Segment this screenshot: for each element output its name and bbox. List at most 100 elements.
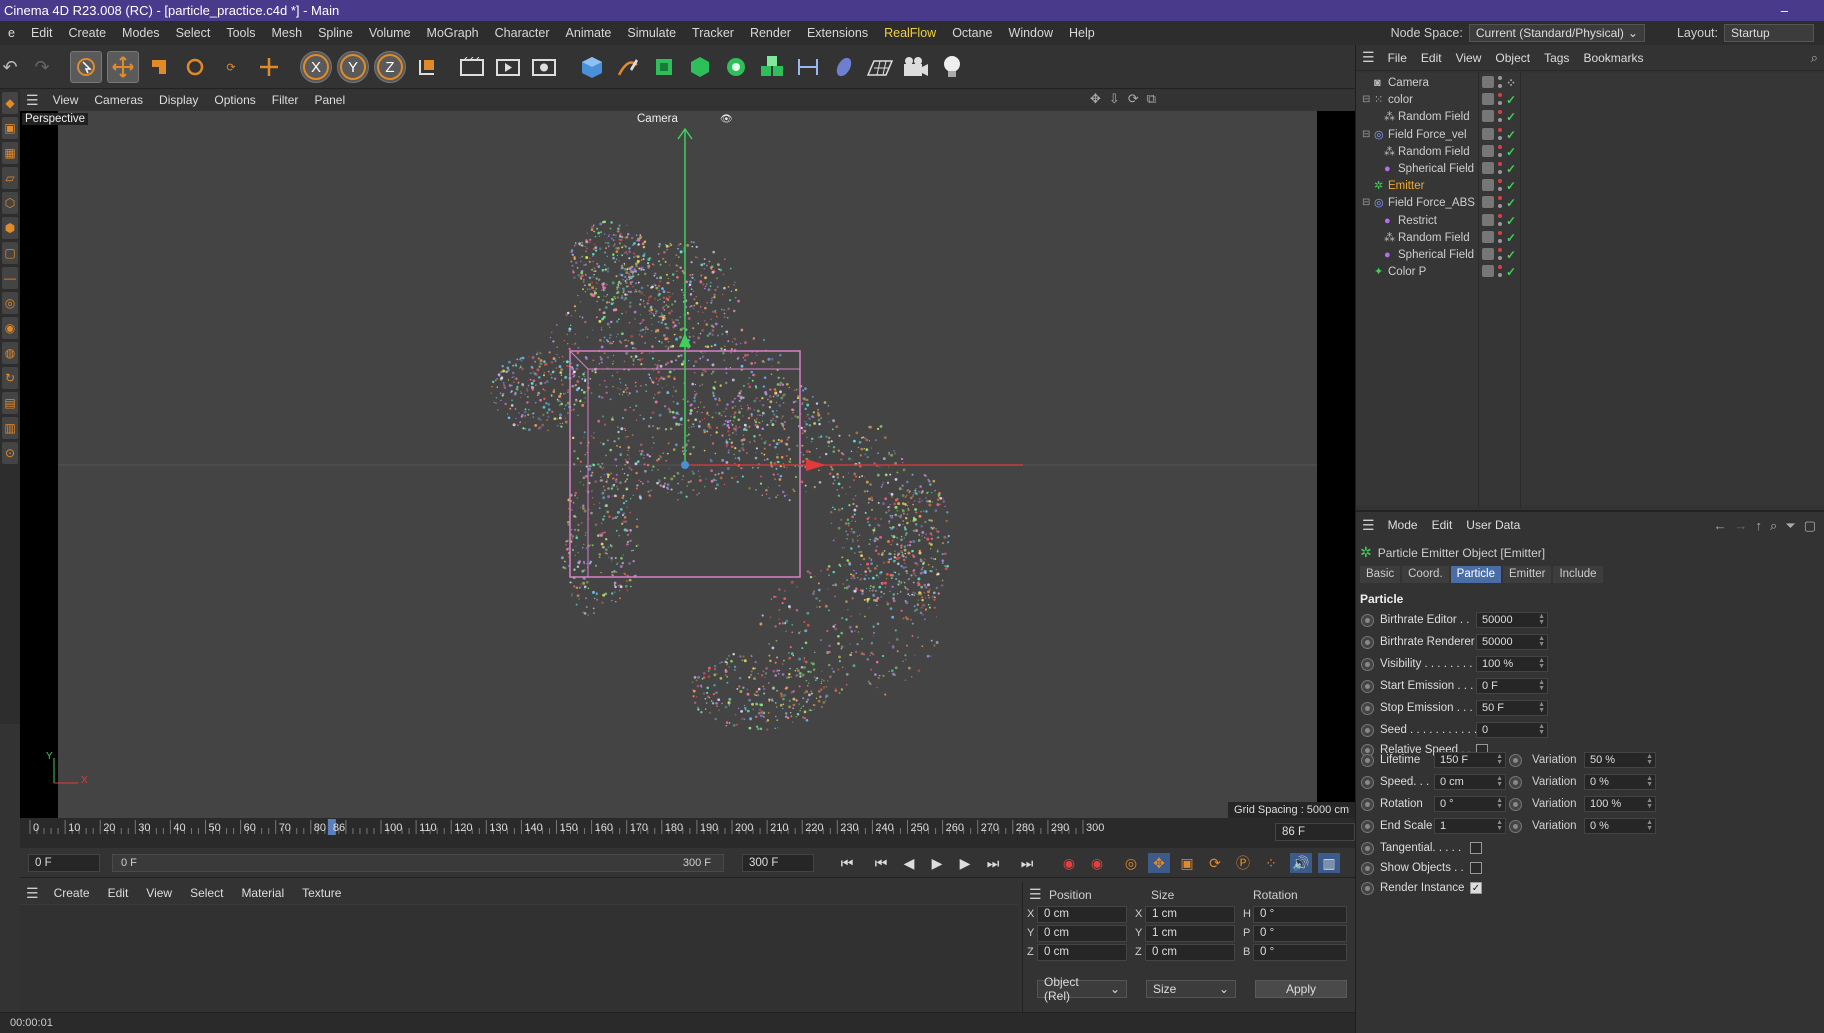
model-mode-icon[interactable]: ▣	[2, 117, 18, 139]
menu-select[interactable]: Select	[168, 26, 219, 40]
viewport-menu-cameras[interactable]: Cameras	[86, 93, 151, 107]
hamburger-icon[interactable]: ☰	[1356, 49, 1381, 66]
locked-workplane-icon[interactable]: ↻	[2, 367, 18, 389]
search-icon[interactable]: ⌕	[1770, 518, 1777, 534]
z-axis-icon[interactable]: Z	[374, 51, 406, 83]
spinner-arrows-icon[interactable]: ▲ ▼	[1496, 775, 1503, 788]
spinner-arrows-icon[interactable]: ▲ ▼	[1646, 797, 1653, 810]
spinner-arrows-icon[interactable]: ▲ ▼	[1538, 657, 1545, 670]
param-rotation-field[interactable]: 0 ° ▲ ▼	[1434, 796, 1506, 812]
viewport-perspective[interactable]: Perspective Camera 👁 Y X Grid Spacing: …	[20, 111, 1355, 818]
enabled-check-icon[interactable]: ✓	[1506, 162, 1516, 176]
spinner-arrows-icon[interactable]: ▲ ▼	[1646, 775, 1653, 788]
node-space-dropdown[interactable]: Current (Standard/Physical) ⌄	[1468, 24, 1645, 42]
visibility-dots-icon[interactable]	[1498, 127, 1502, 140]
coordinate-system-icon[interactable]	[411, 51, 443, 83]
menu-spline[interactable]: Spline	[310, 26, 361, 40]
visibility-dots-icon[interactable]	[1498, 76, 1502, 88]
menu-edit[interactable]: Edit	[23, 26, 61, 40]
grid-icon[interactable]: ▥	[2, 417, 18, 439]
enabled-check-icon[interactable]: ✓	[1506, 196, 1516, 210]
frame-range-slider[interactable]: 0 F 300 F	[112, 854, 724, 872]
animate-toggle-icon[interactable]	[1361, 798, 1374, 811]
recent-tool-icon[interactable]: ⟳	[215, 51, 247, 83]
spinner-arrows-icon[interactable]: ▲ ▼	[1496, 753, 1503, 766]
transform-icon[interactable]	[253, 51, 285, 83]
hamburger-icon[interactable]: ☰	[1029, 886, 1042, 903]
tangential-checkbox[interactable]	[1470, 842, 1482, 854]
menu-mograph[interactable]: MoGraph	[419, 26, 487, 40]
edge-mode-icon[interactable]: ⬢	[2, 217, 18, 239]
menu-mesh[interactable]: Mesh	[264, 26, 311, 40]
spinner-arrows-icon[interactable]: ▲ ▼	[1538, 723, 1545, 736]
viewport-menu-view[interactable]: View	[45, 93, 87, 107]
menu-render[interactable]: Render	[742, 26, 799, 40]
layer-icon[interactable]	[1482, 213, 1494, 226]
undo-icon[interactable]: ↶	[0, 51, 26, 83]
go-to-start-icon[interactable]: ⏮	[836, 853, 858, 873]
key-position-icon[interactable]: ✥	[1148, 853, 1170, 873]
param-birthrate-editor-field[interactable]: 50000 ▲ ▼	[1476, 612, 1548, 628]
move-icon[interactable]	[107, 51, 139, 83]
current-frame-field[interactable]: 86 F	[1275, 823, 1355, 841]
menu-help[interactable]: Help	[1061, 26, 1103, 40]
animate-toggle-icon[interactable]	[1361, 636, 1374, 649]
object-menu-object[interactable]: Object	[1488, 51, 1537, 65]
rotate-icon[interactable]	[179, 51, 211, 83]
object-menu-file[interactable]: File	[1381, 51, 1414, 65]
x-axis-icon[interactable]: X	[300, 51, 332, 83]
menu-modes[interactable]: Modes	[114, 26, 168, 40]
variation-field[interactable]: 0 % ▲ ▼	[1584, 818, 1656, 834]
timeline-ruler[interactable]: 0 10 20 30 40 50 60 70 80 86 100 110 120 130 140 150 160…	[20, 818, 1355, 848]
spinner-arrows-icon[interactable]: ▲ ▼	[1538, 701, 1545, 714]
spinner-arrows-icon[interactable]: ▲ ▼	[1538, 679, 1545, 692]
measure-icon[interactable]	[792, 51, 824, 83]
render-settings-icon[interactable]	[528, 51, 560, 83]
variation-field[interactable]: 0 % ▲ ▼	[1584, 774, 1656, 790]
cloner-icon[interactable]	[720, 51, 752, 83]
layer-icon[interactable]	[1482, 110, 1494, 123]
visibility-dots-icon[interactable]	[1498, 179, 1502, 192]
pan-icon[interactable]: ✥	[1090, 91, 1101, 107]
record-icon[interactable]: ◉	[1058, 853, 1080, 873]
key-selection-icon[interactable]: ◎	[1120, 853, 1142, 873]
prev-key-icon[interactable]: ⏮	[870, 853, 892, 873]
layer-icon[interactable]	[1482, 93, 1494, 106]
param-visibility-field[interactable]: 100 % ▲ ▼	[1476, 656, 1548, 672]
hamburger-icon[interactable]: ☰	[20, 885, 45, 902]
hamburger-icon[interactable]: ☰	[1356, 517, 1381, 534]
animate-toggle-icon[interactable]	[1361, 680, 1374, 693]
material-menu-material[interactable]: Material	[232, 886, 293, 900]
layer-icon[interactable]	[1482, 179, 1494, 192]
animate-toggle-icon[interactable]	[1361, 776, 1374, 789]
spinner-arrows-icon[interactable]: ▲ ▼	[1538, 635, 1545, 648]
position-x-field[interactable]: 0 cm	[1037, 906, 1127, 923]
mograph-icon[interactable]	[756, 51, 788, 83]
object-row[interactable]: ✦ Color P ✓	[1356, 262, 1824, 282]
maximize-view-icon[interactable]: ⧉	[1147, 91, 1156, 107]
tab-include[interactable]: Include	[1553, 566, 1603, 583]
sound-icon[interactable]: 🔊	[1290, 853, 1312, 873]
layer-icon[interactable]	[1482, 230, 1494, 243]
object-menu-view[interactable]: View	[1449, 51, 1489, 65]
timeline-window-icon[interactable]: ▥	[1318, 853, 1340, 873]
object-menu-bookmarks[interactable]: Bookmarks	[1576, 51, 1650, 65]
attribute-menu-user-data[interactable]: User Data	[1459, 518, 1527, 532]
material-menu-edit[interactable]: Edit	[99, 886, 138, 900]
viewport-menu-filter[interactable]: Filter	[264, 93, 307, 107]
enabled-check-icon[interactable]: ✓	[1506, 128, 1516, 142]
material-menu-texture[interactable]: Texture	[293, 886, 350, 900]
key-param-icon[interactable]: Ⓟ	[1232, 853, 1254, 873]
material-manager-area[interactable]	[20, 904, 1018, 1012]
variation-field[interactable]: 100 % ▲ ▼	[1584, 796, 1656, 812]
polygon-mode-icon[interactable]: ▢	[2, 242, 18, 264]
next-frame-icon[interactable]: ▶	[954, 853, 976, 873]
deformer-icon[interactable]	[828, 51, 860, 83]
prev-frame-icon[interactable]: ◀	[898, 853, 920, 873]
enabled-check-icon[interactable]: ✓	[1506, 214, 1516, 228]
render-instance-checkbox[interactable]: ✓	[1470, 882, 1482, 894]
menu-character[interactable]: Character	[487, 26, 558, 40]
spinner-arrows-icon[interactable]: ▲ ▼	[1538, 613, 1545, 626]
visibility-dots-icon[interactable]	[1498, 265, 1502, 278]
render-picture-viewer-icon[interactable]	[492, 51, 524, 83]
